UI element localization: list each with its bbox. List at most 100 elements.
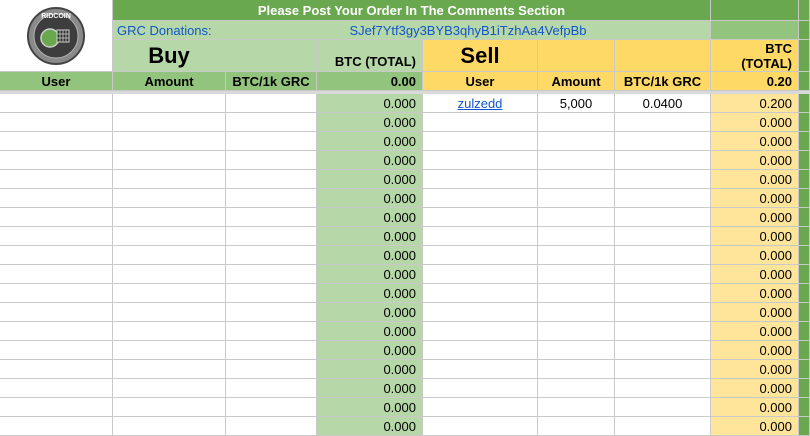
buy-rate-cell[interactable]	[226, 284, 317, 303]
buy-user-cell[interactable]	[0, 417, 113, 436]
buy-rate-cell[interactable]	[226, 246, 317, 265]
buy-total-cell[interactable]: 0.000	[317, 322, 423, 341]
buy-amount-cell[interactable]	[113, 246, 226, 265]
sell-total-cell[interactable]: 0.000	[711, 246, 799, 265]
sell-rate-cell[interactable]	[615, 322, 711, 341]
sell-user-cell[interactable]	[423, 360, 538, 379]
buy-amount-cell[interactable]	[113, 322, 226, 341]
sell-rate-cell[interactable]	[615, 360, 711, 379]
sell-user-cell[interactable]	[423, 265, 538, 284]
sell-rate-cell[interactable]	[615, 208, 711, 227]
sell-user-cell[interactable]	[423, 227, 538, 246]
buy-amount-cell[interactable]	[113, 341, 226, 360]
sell-amount-cell[interactable]	[538, 284, 615, 303]
buy-rate-cell[interactable]	[226, 113, 317, 132]
sell-user-cell[interactable]	[423, 132, 538, 151]
buy-total-cell[interactable]: 0.000	[317, 265, 423, 284]
sell-amount-cell[interactable]	[538, 417, 615, 436]
sell-amount-cell[interactable]	[538, 113, 615, 132]
sell-total-cell[interactable]: 0.000	[711, 208, 799, 227]
buy-user-cell[interactable]	[0, 360, 113, 379]
buy-amount-cell[interactable]	[113, 94, 226, 113]
sell-rate-cell[interactable]	[615, 379, 711, 398]
sell-rate-cell[interactable]	[615, 341, 711, 360]
sell-user-cell[interactable]	[423, 284, 538, 303]
sell-total-cell[interactable]: 0.000	[711, 132, 799, 151]
sell-amount-cell[interactable]	[538, 322, 615, 341]
buy-amount-cell[interactable]	[113, 151, 226, 170]
sell-rate-cell[interactable]	[615, 189, 711, 208]
buy-total-cell[interactable]: 0.000	[317, 417, 423, 436]
sell-total-cell[interactable]: 0.000	[711, 322, 799, 341]
buy-rate-cell[interactable]	[226, 322, 317, 341]
sell-rate-cell[interactable]	[615, 303, 711, 322]
buy-total-cell[interactable]: 0.000	[317, 170, 423, 189]
sell-rate-cell[interactable]	[615, 170, 711, 189]
sell-rate-cell[interactable]	[615, 265, 711, 284]
sell-rate-cell[interactable]	[615, 246, 711, 265]
buy-rate-cell[interactable]	[226, 170, 317, 189]
buy-amount-cell[interactable]	[113, 303, 226, 322]
buy-amount-cell[interactable]	[113, 170, 226, 189]
buy-user-cell[interactable]	[0, 303, 113, 322]
sell-total-cell[interactable]: 0.000	[711, 151, 799, 170]
sell-amount-cell[interactable]	[538, 265, 615, 284]
sell-user-cell[interactable]: zulzedd	[423, 94, 538, 113]
buy-user-cell[interactable]	[0, 151, 113, 170]
sell-user-link[interactable]: zulzedd	[458, 97, 503, 110]
sell-amount-cell[interactable]	[538, 303, 615, 322]
buy-user-cell[interactable]	[0, 113, 113, 132]
donation-address[interactable]: SJef7Ytf3gy3BYB3qhyB1iTzhAa4VefpBb	[226, 21, 711, 40]
buy-user-cell[interactable]	[0, 94, 113, 113]
sell-rate-cell[interactable]	[615, 417, 711, 436]
sell-amount-cell[interactable]	[538, 151, 615, 170]
sell-amount-cell[interactable]	[538, 227, 615, 246]
buy-total-cell[interactable]: 0.000	[317, 303, 423, 322]
buy-amount-cell[interactable]	[113, 189, 226, 208]
buy-total-cell[interactable]: 0.000	[317, 227, 423, 246]
sell-total-cell[interactable]: 0.000	[711, 265, 799, 284]
sell-user-cell[interactable]	[423, 303, 538, 322]
buy-user-cell[interactable]	[0, 170, 113, 189]
buy-rate-cell[interactable]	[226, 417, 317, 436]
sell-total-cell[interactable]: 0.000	[711, 341, 799, 360]
sell-amount-cell[interactable]	[538, 341, 615, 360]
buy-total-cell[interactable]: 0.000	[317, 246, 423, 265]
sell-user-cell[interactable]	[423, 417, 538, 436]
buy-amount-cell[interactable]	[113, 227, 226, 246]
sell-user-cell[interactable]	[423, 246, 538, 265]
buy-amount-cell[interactable]	[113, 417, 226, 436]
sell-rate-cell[interactable]: 0.0400	[615, 94, 711, 113]
buy-total-cell[interactable]: 0.000	[317, 132, 423, 151]
sell-rate-cell[interactable]	[615, 113, 711, 132]
sell-total-cell[interactable]: 0.000	[711, 284, 799, 303]
sell-user-cell[interactable]	[423, 341, 538, 360]
buy-rate-cell[interactable]	[226, 94, 317, 113]
sell-user-cell[interactable]	[423, 379, 538, 398]
buy-amount-cell[interactable]	[113, 360, 226, 379]
buy-user-cell[interactable]	[0, 246, 113, 265]
buy-rate-cell[interactable]	[226, 227, 317, 246]
buy-user-cell[interactable]	[0, 132, 113, 151]
sell-total-cell[interactable]: 0.000	[711, 227, 799, 246]
buy-rate-cell[interactable]	[226, 398, 317, 417]
buy-total-cell[interactable]: 0.000	[317, 398, 423, 417]
sell-user-cell[interactable]	[423, 151, 538, 170]
sell-total-cell[interactable]: 0.000	[711, 417, 799, 436]
sell-total-cell[interactable]: 0.200	[711, 94, 799, 113]
buy-rate-cell[interactable]	[226, 132, 317, 151]
sell-amount-cell[interactable]	[538, 360, 615, 379]
buy-total-cell[interactable]: 0.000	[317, 208, 423, 227]
buy-user-cell[interactable]	[0, 265, 113, 284]
buy-amount-cell[interactable]	[113, 132, 226, 151]
sell-amount-cell[interactable]	[538, 379, 615, 398]
sell-total-cell[interactable]: 0.000	[711, 170, 799, 189]
sell-amount-cell[interactable]	[538, 170, 615, 189]
buy-amount-cell[interactable]	[113, 208, 226, 227]
sell-amount-cell[interactable]	[538, 208, 615, 227]
sell-total-cell[interactable]: 0.000	[711, 379, 799, 398]
buy-user-cell[interactable]	[0, 322, 113, 341]
buy-user-cell[interactable]	[0, 398, 113, 417]
buy-total-cell[interactable]: 0.000	[317, 94, 423, 113]
sell-amount-cell[interactable]	[538, 398, 615, 417]
